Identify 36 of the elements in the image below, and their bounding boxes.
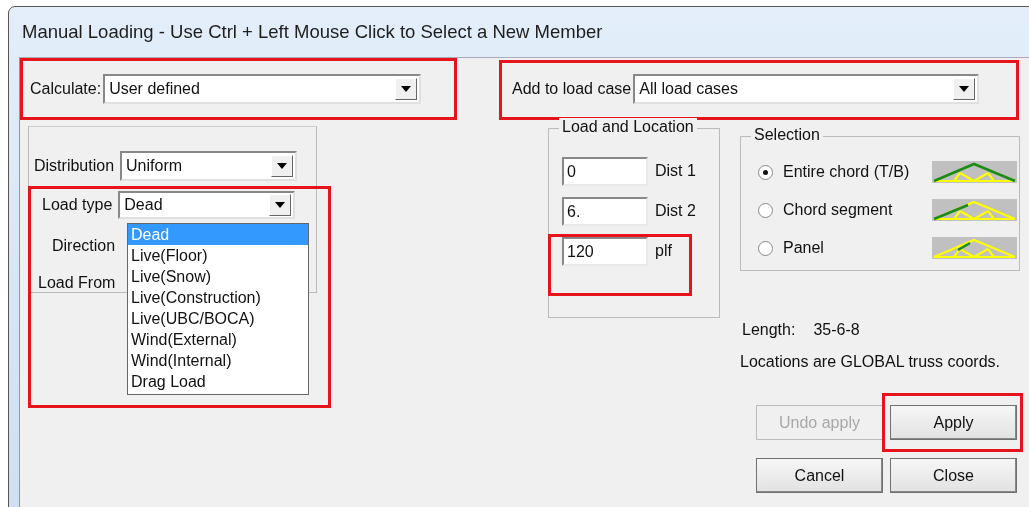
load-from-label: Load From	[38, 274, 116, 292]
length-value: 35-6-8	[813, 321, 860, 339]
load-type-label: Load type	[42, 196, 113, 214]
calculate-label: Calculate:	[30, 80, 102, 98]
load-case-label: Add to load case	[512, 80, 632, 98]
load-type-dropdown[interactable]: Dead	[118, 191, 296, 219]
radio-button[interactable]	[758, 240, 773, 256]
calculate-dropdown[interactable]: User defined	[103, 74, 422, 104]
radio-label: Panel	[783, 239, 825, 257]
dropdown-option[interactable]: Drag Load	[128, 371, 308, 392]
direction-label: Direction	[52, 237, 116, 255]
radio-button[interactable]	[758, 202, 773, 218]
dropdown-option[interactable]: Live(Snow)	[128, 266, 308, 287]
radio-button[interactable]	[758, 164, 773, 180]
dialog-button[interactable]: Close	[890, 458, 1017, 493]
radio-label: Chord segment	[783, 201, 894, 219]
dropdown-option[interactable]: Live(UBC/BOCA)	[128, 308, 308, 329]
window-title: Manual Loading - Use Ctrl + Left Mouse Click to Select a New Member	[22, 21, 603, 43]
note-text: Locations are GLOBAL truss coords.	[740, 353, 1001, 371]
dropdown-option[interactable]: Wind(Internal)	[128, 350, 308, 371]
field-label: Dist 1	[655, 162, 696, 180]
dialog-button[interactable]: Cancel	[756, 458, 883, 493]
distribution-label: Distribution	[34, 157, 115, 175]
length-label: Length:	[742, 321, 796, 339]
input-field[interactable]: 0	[562, 156, 648, 186]
dropdown-option[interactable]: Live(Construction)	[128, 287, 308, 308]
dropdown-option[interactable]: Wind(External)	[128, 329, 308, 350]
dropdown-option[interactable]: Live(Floor)	[128, 245, 308, 266]
input-field[interactable]: 120	[562, 236, 648, 266]
field-label: Dist 2	[655, 202, 696, 220]
dialog-button[interactable]: Apply	[890, 405, 1017, 440]
radio-label: Entire chord (T/B)	[783, 163, 911, 181]
field-label: plf	[655, 242, 672, 260]
distribution-dropdown[interactable]: Uniform	[120, 151, 298, 181]
input-field[interactable]: 6.	[562, 196, 648, 226]
load-case-dropdown[interactable]: All load cases	[633, 74, 980, 104]
